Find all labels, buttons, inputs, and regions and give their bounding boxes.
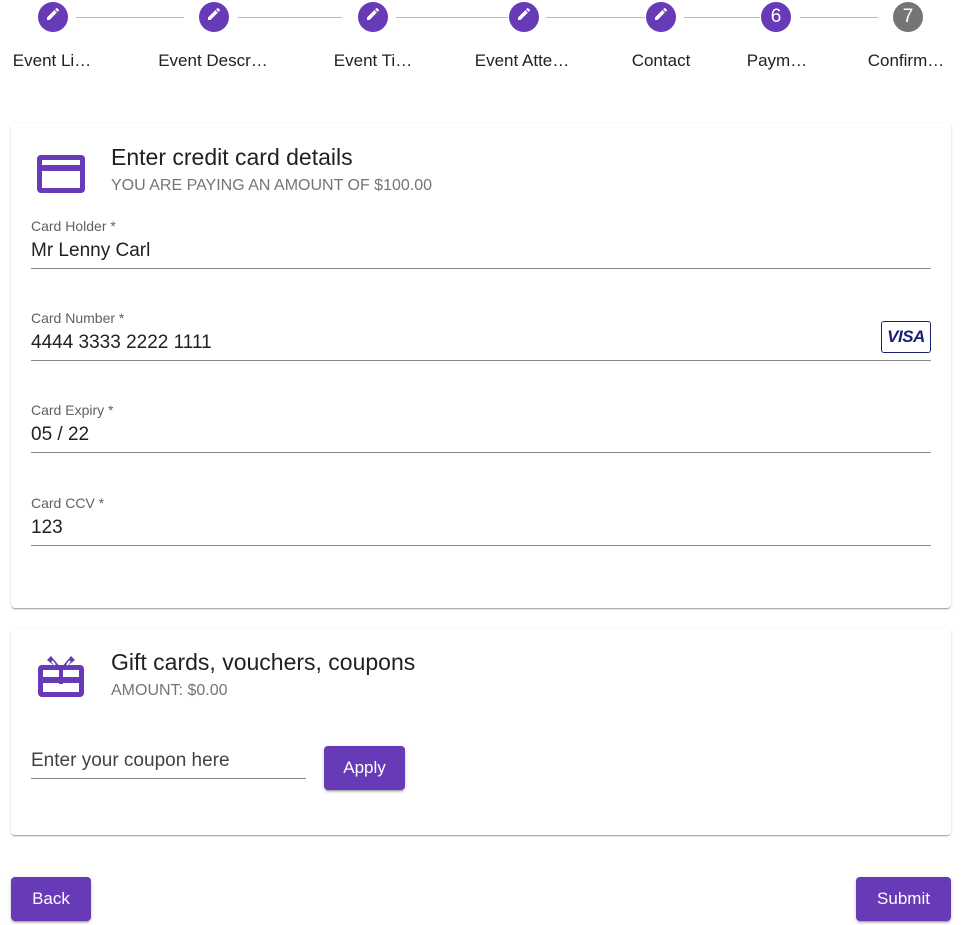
step-5-circle[interactable]: [646, 2, 676, 32]
coupon-input[interactable]: [31, 747, 306, 775]
pencil-icon: [45, 6, 61, 28]
step-connector: [684, 17, 760, 18]
card-expiry-field: Card Expiry *: [31, 402, 931, 462]
credit-card-title: Enter credit card details: [111, 144, 353, 170]
card-ccv-field: Card CCV *: [31, 495, 931, 555]
step-1-circle[interactable]: [38, 2, 68, 32]
coupon-field: [31, 743, 306, 783]
gift-amount-subtitle: AMOUNT: $0.00: [111, 682, 228, 699]
credit-card-icon: [37, 155, 85, 193]
card-number-label: Card Number *: [31, 310, 125, 326]
step-2-label[interactable]: Event Descr…: [158, 51, 268, 71]
pencil-icon: [516, 6, 532, 28]
card-expiry-label: Card Expiry *: [31, 402, 114, 418]
stepper: 6 7 Event Li… Event Descr… Event Ti… Eve…: [0, 0, 971, 90]
step-5-label[interactable]: Contact: [632, 51, 691, 71]
credit-card-panel: Enter credit card details YOU ARE PAYING…: [11, 123, 951, 608]
card-holder-input[interactable]: [31, 236, 931, 266]
step-7-number: 7: [902, 6, 914, 27]
gift-card-icon: [38, 656, 84, 697]
step-6-label[interactable]: Paym…: [747, 51, 807, 71]
field-underline: [31, 360, 931, 361]
step-connector: [396, 17, 508, 18]
submit-button[interactable]: Submit: [856, 877, 951, 921]
step-connector: [546, 17, 645, 18]
apply-coupon-button[interactable]: Apply: [324, 746, 405, 790]
pencil-icon: [653, 6, 669, 28]
step-connector: [800, 17, 878, 18]
gift-card-title: Gift cards, vouchers, coupons: [111, 649, 416, 675]
step-connector: [76, 17, 184, 18]
step-3-label[interactable]: Event Ti…: [334, 51, 412, 71]
field-underline: [31, 778, 306, 779]
step-4-circle[interactable]: [509, 2, 539, 32]
field-underline: [31, 452, 931, 453]
card-expiry-input[interactable]: [31, 420, 931, 450]
card-number-field: Card Number * VISA: [31, 310, 931, 370]
step-7-circle[interactable]: 7: [893, 2, 923, 32]
card-ccv-label: Card CCV *: [31, 495, 105, 511]
field-underline: [31, 545, 931, 546]
card-holder-label: Card Holder *: [31, 218, 116, 234]
card-ccv-input[interactable]: [31, 513, 931, 543]
field-underline: [31, 268, 931, 269]
step-4-label[interactable]: Event Atte…: [475, 51, 570, 71]
step-2-circle[interactable]: [199, 2, 229, 32]
card-holder-field: Card Holder *: [31, 218, 931, 278]
step-6-number: 6: [770, 6, 782, 27]
gift-card-panel: Gift cards, vouchers, coupons AMOUNT: $0…: [11, 628, 951, 835]
step-1-label[interactable]: Event Li…: [13, 51, 91, 71]
step-6-circle[interactable]: 6: [761, 2, 791, 32]
step-connector: [238, 17, 342, 18]
step-7-label[interactable]: Confirm…: [868, 51, 945, 71]
step-3-circle[interactable]: [358, 2, 388, 32]
payment-amount-subtitle: YOU ARE PAYING AN AMOUNT OF $100.00: [111, 177, 432, 194]
card-number-input[interactable]: [31, 328, 871, 358]
back-button[interactable]: Back: [11, 877, 91, 921]
pencil-icon: [365, 6, 381, 28]
visa-logo-icon: VISA: [881, 321, 931, 353]
pencil-icon: [206, 6, 222, 28]
